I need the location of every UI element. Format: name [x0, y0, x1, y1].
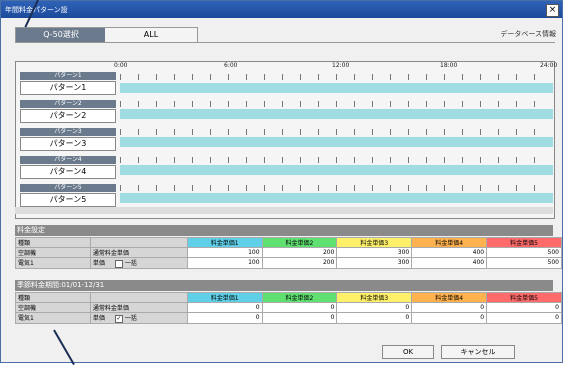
- rate-setting-table: 種類 料金単価1 料金単価2 料金単価3 料金単価4 料金単価5 空調機 通常料…: [15, 237, 562, 269]
- rate-value-cell[interactable]: 0: [412, 313, 487, 324]
- bulk-label: 一括: [125, 315, 137, 322]
- bulk-label: 一括: [125, 260, 137, 267]
- table-header-row: 種類 料金単価1 料金単価2 料金単価3 料金単価4 料金単価5: [16, 238, 562, 248]
- header-blank: [90, 293, 187, 303]
- header-kind: 種類: [16, 293, 91, 303]
- row-type: 通常料金単価: [90, 248, 187, 258]
- header-rate4: 料金単価4: [412, 293, 487, 303]
- tick-label: 6:00: [224, 62, 237, 69]
- row-type: 通常料金単価: [90, 303, 187, 313]
- pattern-timeline-bar[interactable]: [120, 193, 553, 203]
- row-type-cell: 単価 一括: [90, 258, 187, 269]
- pattern-button[interactable]: パターン1: [20, 81, 116, 95]
- ok-button[interactable]: OK: [382, 345, 434, 359]
- header-rate4: 料金単価4: [412, 238, 487, 248]
- rate-value-cell[interactable]: 0: [262, 313, 337, 324]
- row-type: 単価: [93, 315, 105, 322]
- row-name: 空調機: [16, 303, 91, 313]
- rate-setting-header: 料金設定: [15, 225, 553, 236]
- cancel-button[interactable]: キャンセル: [441, 345, 515, 359]
- pattern-row: パターン2 パターン2: [16, 100, 554, 130]
- tick-label: 24:00: [540, 62, 557, 69]
- rate-value-cell[interactable]: 100: [187, 258, 262, 269]
- time-grid: [120, 185, 550, 191]
- header-rate1: 料金単価1: [187, 238, 262, 248]
- row-name: 電気1: [16, 258, 91, 269]
- tab-all[interactable]: ALL: [105, 27, 198, 43]
- window-title: 年間料金パターン設: [5, 5, 68, 15]
- time-grid: [120, 101, 550, 107]
- rate-value-cell[interactable]: 100: [187, 248, 262, 258]
- time-grid: [120, 74, 550, 80]
- rate-value-cell[interactable]: 0: [487, 313, 562, 324]
- header-rate3: 料金単価3: [337, 293, 412, 303]
- pattern-label: パターン4: [20, 156, 116, 164]
- tab-q50-select[interactable]: Q-50選択: [15, 27, 107, 43]
- rate-value-cell[interactable]: 0: [337, 313, 412, 324]
- pattern-label: パターン2: [20, 100, 116, 108]
- pattern-timeline-bar[interactable]: [120, 137, 553, 147]
- row-type: 単価: [93, 260, 105, 267]
- rate-value-cell[interactable]: 0: [487, 303, 562, 313]
- tick-label: 18:00: [440, 62, 457, 69]
- rate-value-cell[interactable]: 300: [337, 248, 412, 258]
- row-type-cell: 単価 ✓一括: [90, 313, 187, 324]
- bulk-checkbox[interactable]: ✓: [115, 315, 123, 323]
- rate-value-cell[interactable]: 0: [337, 303, 412, 313]
- dialog-window: 年間料金パターン設 × Q-50選択 ALL データベース情報 0:00 6:0…: [0, 0, 563, 363]
- pattern-button[interactable]: パターン2: [20, 109, 116, 123]
- tab-divider: [15, 42, 555, 43]
- header-rate2: 料金単価2: [262, 293, 337, 303]
- rate-value-cell[interactable]: 300: [337, 258, 412, 269]
- pattern-timeline-bar[interactable]: [120, 165, 553, 175]
- seasonal-period-header: 季節料金期間:01/01-12/31: [15, 280, 553, 291]
- table-row: 空調機 通常料金単価 0 0 0 0 0: [16, 303, 562, 313]
- time-grid: [120, 157, 550, 163]
- pattern-button[interactable]: パターン3: [20, 137, 116, 151]
- header-blank: [90, 238, 187, 248]
- bulk-checkbox[interactable]: [115, 260, 123, 268]
- rate-value-cell[interactable]: 0: [412, 303, 487, 313]
- close-button[interactable]: ×: [546, 4, 559, 17]
- rate-value-cell[interactable]: 0: [187, 303, 262, 313]
- pattern-button[interactable]: パターン5: [20, 193, 116, 207]
- rate-value-cell[interactable]: 200: [262, 258, 337, 269]
- rate-value-cell[interactable]: 400: [412, 248, 487, 258]
- pattern-panel: 0:00 6:00 12:00 18:00 24:00 パターン1 パターン1 …: [15, 61, 555, 219]
- header-rate5: 料金単価5: [487, 293, 562, 303]
- table-row: 電気1 単価 ✓一括 0 0 0 0 0: [16, 313, 562, 324]
- seasonal-rate-table: 種類 料金単価1 料金単価2 料金単価3 料金単価4 料金単価5 空調機 通常料…: [15, 292, 562, 324]
- pattern-row: パターン1 パターン1: [16, 72, 554, 102]
- title-bar: 年間料金パターン設 ×: [1, 1, 562, 18]
- rate-value-cell[interactable]: 400: [412, 258, 487, 269]
- rate-value-cell[interactable]: 500: [487, 258, 562, 269]
- header-rate1: 料金単価1: [187, 293, 262, 303]
- pattern-label: パターン5: [20, 184, 116, 192]
- header-rate2: 料金単価2: [262, 238, 337, 248]
- pattern-timeline-bar[interactable]: [120, 109, 553, 119]
- rate-value-cell[interactable]: 500: [487, 248, 562, 258]
- database-info-link[interactable]: データベース情報: [500, 29, 556, 39]
- table-header-row: 種類 料金単価1 料金単価2 料金単価3 料金単価4 料金単価5: [16, 293, 562, 303]
- row-name: 電気1: [16, 313, 91, 324]
- rate-value-cell[interactable]: 0: [187, 313, 262, 324]
- tick-label: 12:00: [332, 62, 349, 69]
- pattern-row: パターン3 パターン3: [16, 128, 554, 158]
- row-name: 空調機: [16, 248, 91, 258]
- rate-value-cell[interactable]: 0: [262, 303, 337, 313]
- pattern-label: パターン1: [20, 72, 116, 80]
- pattern-label: パターン3: [20, 128, 116, 136]
- pattern-timeline-bar[interactable]: [120, 83, 553, 93]
- header-rate5: 料金単価5: [487, 238, 562, 248]
- pattern-button[interactable]: パターン4: [20, 165, 116, 179]
- horizontal-scrollbar[interactable]: [15, 207, 553, 214]
- rate-value-cell[interactable]: 200: [262, 248, 337, 258]
- header-kind: 種類: [16, 238, 91, 248]
- tick-label: 0:00: [114, 62, 127, 69]
- time-grid: [120, 129, 550, 135]
- header-rate3: 料金単価3: [337, 238, 412, 248]
- pattern-row: パターン4 パターン4: [16, 156, 554, 186]
- table-row: 電気1 単価 一括 100 200 300 400 500: [16, 258, 562, 269]
- table-row: 空調機 通常料金単価 100 200 300 400 500: [16, 248, 562, 258]
